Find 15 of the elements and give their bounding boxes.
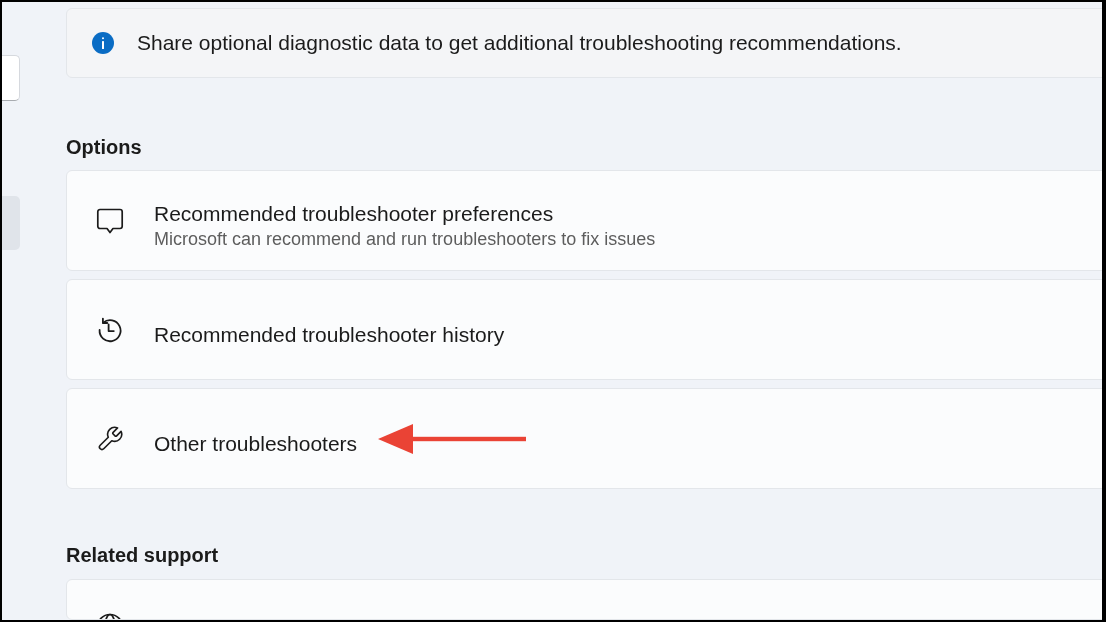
settings-row[interactable]: Other troubleshooters bbox=[66, 388, 1102, 489]
settings-row[interactable]: Recommended troubleshooter history bbox=[66, 279, 1102, 380]
row-title: Other troubleshooters bbox=[154, 431, 358, 456]
row-title: Recommended troubleshooter history bbox=[154, 322, 505, 347]
section-heading: Options bbox=[66, 135, 143, 160]
wrench-icon bbox=[96, 424, 124, 453]
settings-row[interactable] bbox=[66, 579, 1102, 620]
row-title: Recommended troubleshooter preferences bbox=[154, 201, 554, 226]
info-text: Share optional diagnostic data to get additional troubleshooting recommendations. bbox=[137, 31, 902, 55]
row-description: Microsoft can recommend and run troubleshooters to fix issues bbox=[154, 227, 656, 250]
info-icon bbox=[92, 32, 114, 54]
section-heading: Related support bbox=[66, 543, 220, 568]
settings-row[interactable]: Recommended troubleshooter preferences Microsoft can recommend and run troubleshooters to fix issues bbox=[66, 170, 1102, 271]
speech-bubble-icon bbox=[96, 206, 124, 235]
history-clock-icon bbox=[96, 315, 124, 344]
